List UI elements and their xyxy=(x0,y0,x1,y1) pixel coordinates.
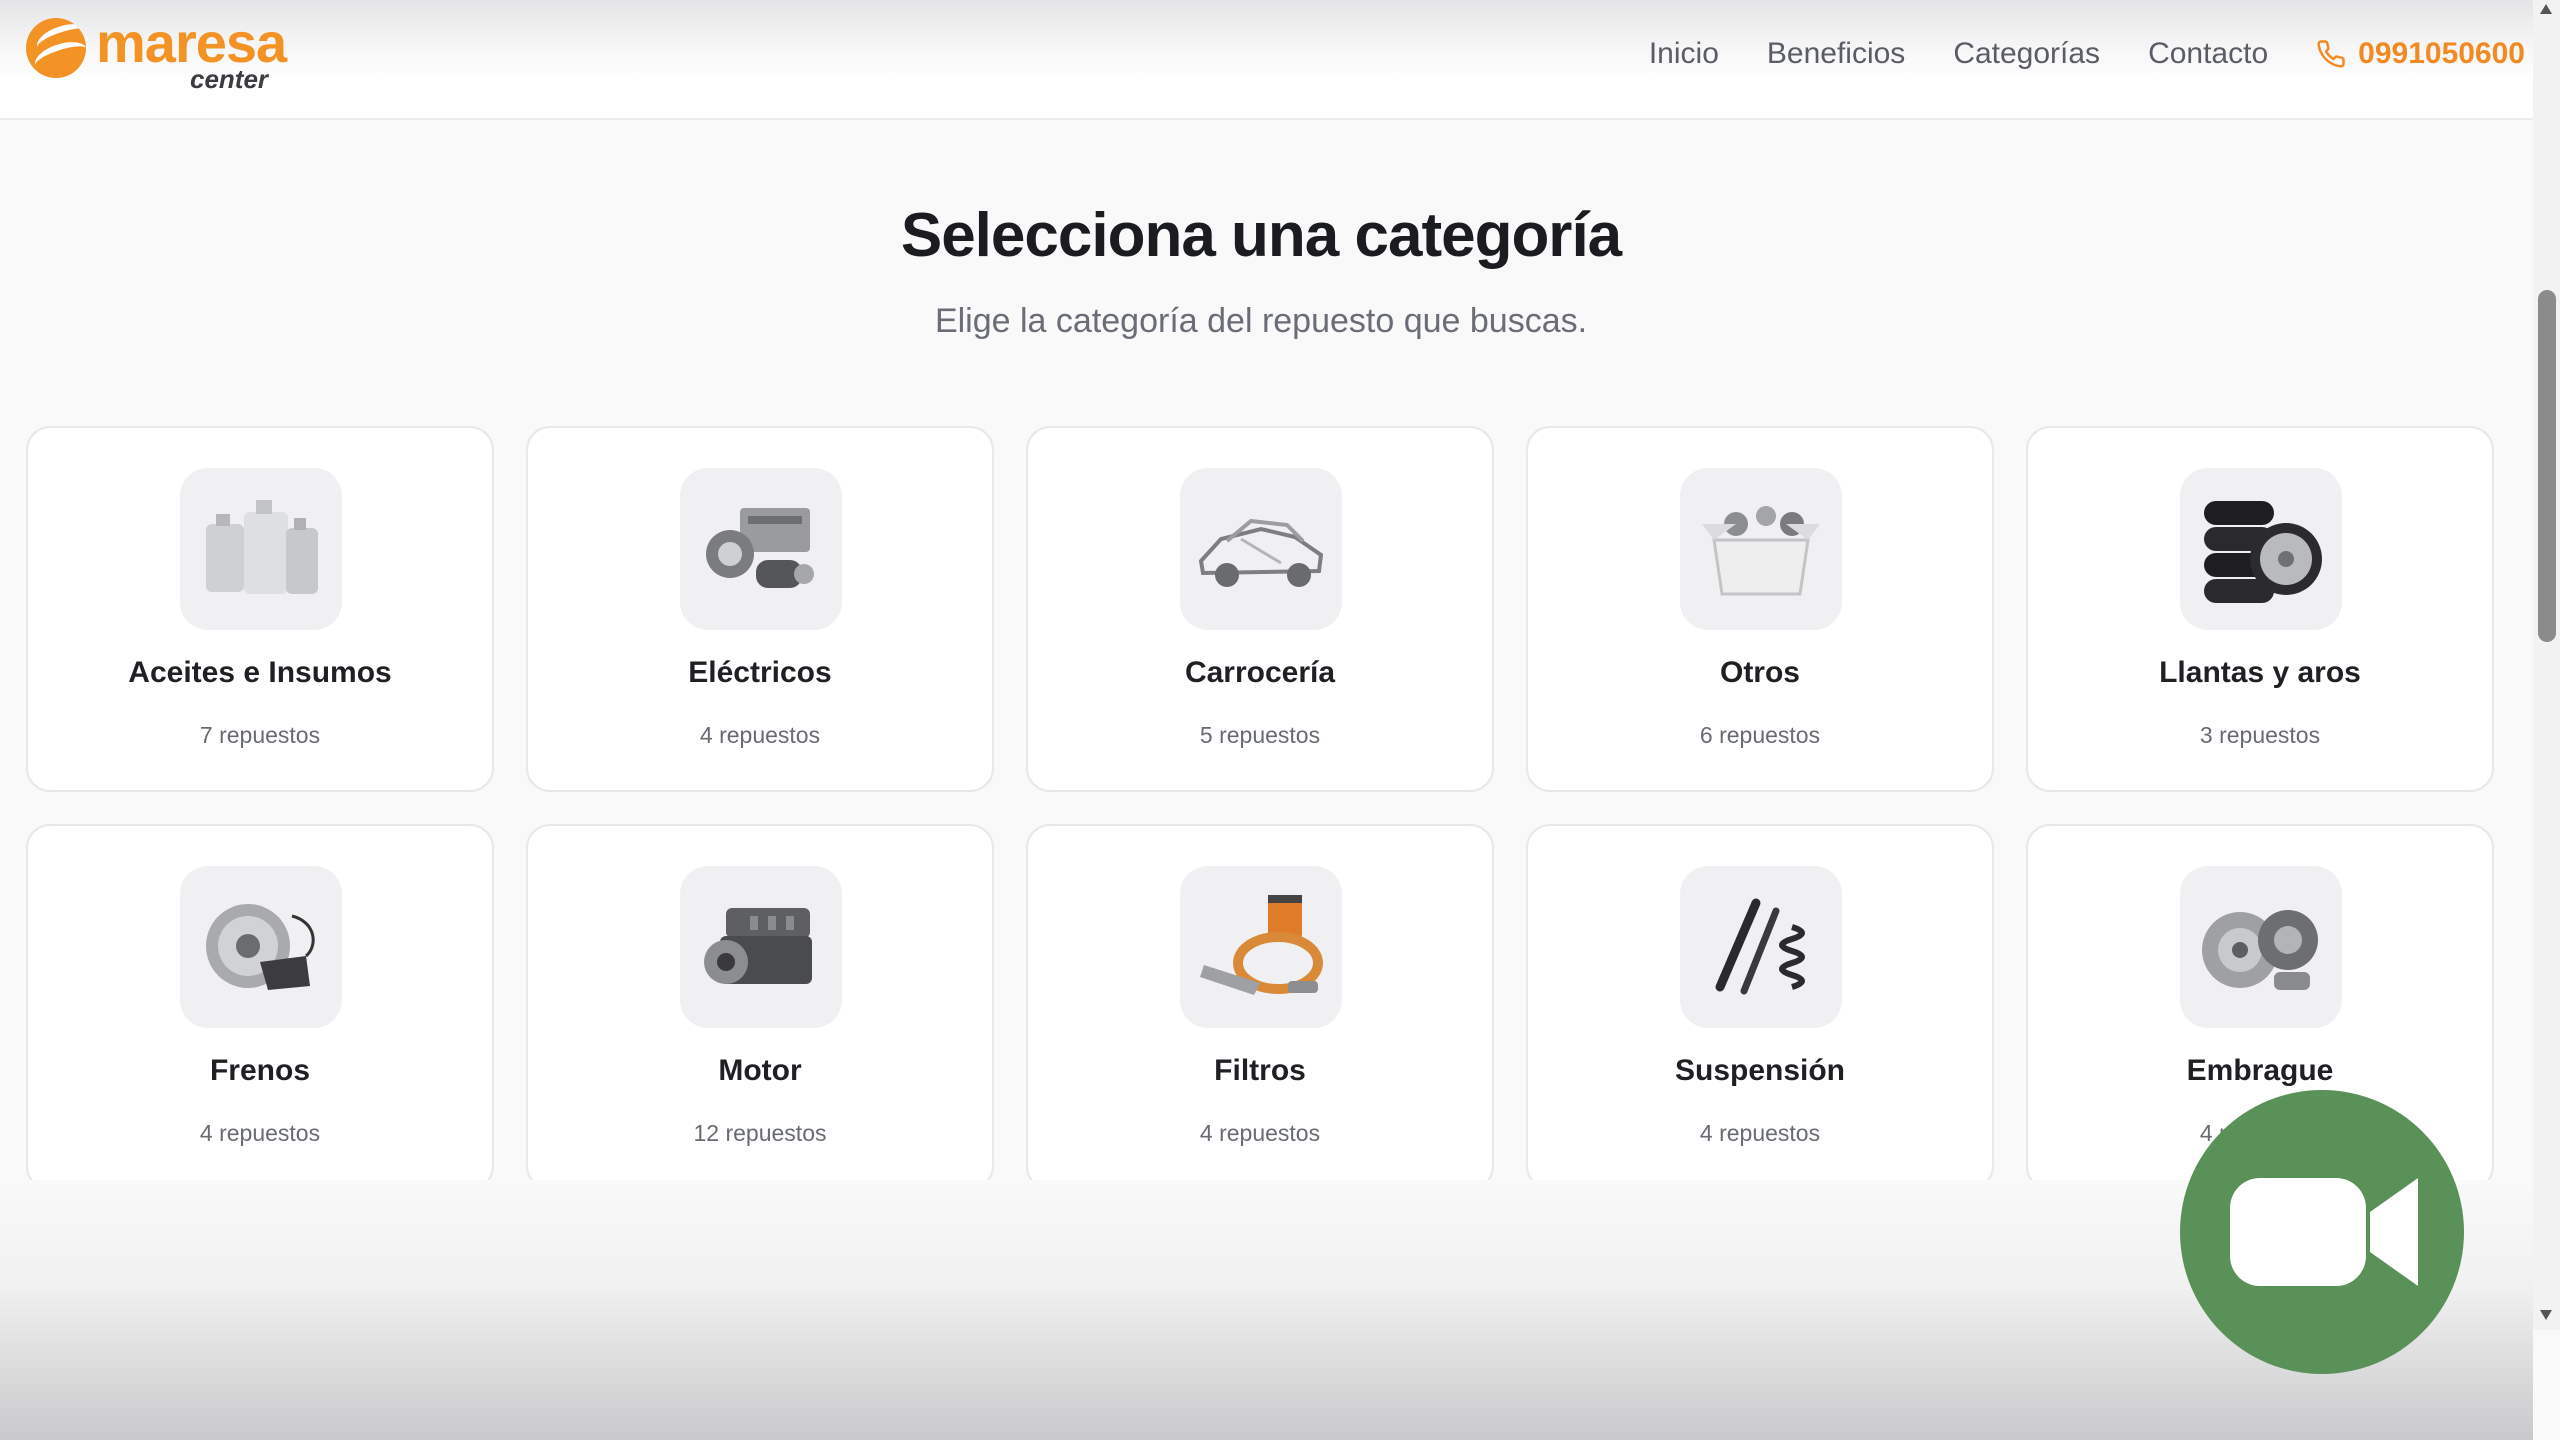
page-title: Selecciona una categoría xyxy=(900,201,1622,270)
category-card-aceites[interactable]: Aceites e Insumos 7 repuestos xyxy=(26,426,494,792)
category-count: 6 repuestos xyxy=(1699,722,1821,748)
category-card-electricos[interactable]: Eléctricos 4 repuestos xyxy=(526,426,994,792)
category-grid: Aceites e Insumos 7 repuestos Eléctricos… xyxy=(26,426,2496,1190)
category-name: Suspensión xyxy=(1674,1054,1846,1087)
category-card-motor[interactable]: Motor 12 repuestos xyxy=(526,824,994,1190)
category-count: 12 repuestos xyxy=(693,1120,827,1146)
category-count: 7 repuestos xyxy=(199,722,321,748)
category-count: 4 repuestos xyxy=(699,722,821,748)
site-header: maresa center Inicio Beneficios Categorí… xyxy=(0,0,2533,120)
page-subtitle: Elige la categoría del repuesto que busc… xyxy=(934,302,1588,340)
logo[interactable]: maresa center xyxy=(26,11,287,98)
category-count: 4 repuestos xyxy=(1699,1120,1821,1146)
phone-number: 0991050600 xyxy=(2358,37,2525,70)
category-name: Filtros xyxy=(1214,1054,1306,1087)
video-camera-icon xyxy=(2230,1178,2418,1286)
nav-beneficios[interactable]: Beneficios xyxy=(1767,37,1905,71)
tires-rims-icon xyxy=(2180,468,2342,630)
category-card-filtros[interactable]: Filtros 4 repuestos xyxy=(1026,824,1494,1190)
oil-bottles-icon xyxy=(180,468,342,630)
phone-icon xyxy=(2317,40,2345,68)
category-card-suspension[interactable]: Suspensión 4 repuestos xyxy=(1526,824,1994,1190)
category-name: Embrague xyxy=(2186,1054,2334,1087)
electrical-parts-icon xyxy=(680,468,842,630)
footer-fade xyxy=(0,1180,2533,1440)
category-card-otros[interactable]: Otros 6 repuestos xyxy=(1526,426,1994,792)
category-count: 5 repuestos xyxy=(1199,722,1321,748)
category-name: Carrocería xyxy=(1184,656,1336,689)
main-nav: Inicio Beneficios Categorías Contacto 09… xyxy=(1601,30,2525,78)
shock-absorber-icon xyxy=(1680,866,1842,1028)
filters-icon xyxy=(1180,866,1342,1028)
scroll-down-arrow-icon[interactable] xyxy=(2540,1310,2552,1320)
parts-box-icon xyxy=(1680,468,1842,630)
category-name: Motor xyxy=(718,1054,802,1087)
video-call-button[interactable] xyxy=(2180,1090,2464,1374)
brake-disc-icon xyxy=(180,866,342,1028)
category-name: Frenos xyxy=(209,1054,311,1087)
category-count: 4 repuestos xyxy=(1199,1120,1321,1146)
car-body-icon xyxy=(1180,468,1342,630)
category-name: Aceites e Insumos xyxy=(128,656,392,689)
logo-subtext: center xyxy=(190,64,269,94)
scrollbar-thumb[interactable] xyxy=(2538,290,2556,642)
category-name: Otros xyxy=(1719,656,1800,689)
clutch-kit-icon xyxy=(2180,866,2342,1028)
logo-mark-icon xyxy=(26,18,86,78)
page: maresa center Inicio Beneficios Categorí… xyxy=(0,0,2533,1440)
category-card-frenos[interactable]: Frenos 4 repuestos xyxy=(26,824,494,1190)
category-card-carroceria[interactable]: Carrocería 5 repuestos xyxy=(1026,426,1494,792)
scrollbar[interactable] xyxy=(2533,0,2560,1330)
category-name: Llantas y aros xyxy=(2159,656,2361,689)
category-card-llantas[interactable]: Llantas y aros 3 repuestos xyxy=(2026,426,2494,792)
category-count: 4 repuestos xyxy=(199,1120,321,1146)
category-count: 3 repuestos xyxy=(2199,722,2321,748)
phone-link[interactable]: 0991050600 xyxy=(2316,37,2525,71)
engine-icon xyxy=(680,866,842,1028)
nav-contacto[interactable]: Contacto xyxy=(2148,37,2268,71)
category-name: Eléctricos xyxy=(688,656,832,689)
nav-categorias[interactable]: Categorías xyxy=(1953,37,2100,71)
nav-inicio[interactable]: Inicio xyxy=(1649,37,1719,71)
scroll-up-arrow-icon[interactable] xyxy=(2540,4,2552,14)
